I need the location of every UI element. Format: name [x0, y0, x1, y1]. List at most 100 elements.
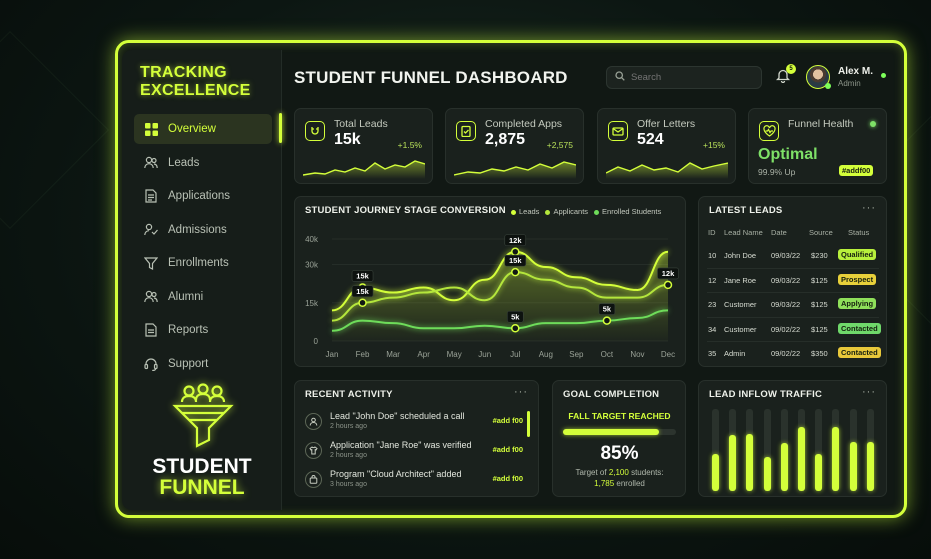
document-icon — [143, 188, 159, 204]
goal-progress-bar — [563, 429, 676, 435]
table-row[interactable]: 10 John Doe 09/03/22 $230 Qualified — [699, 244, 887, 269]
traffic-bar-track — [832, 409, 840, 491]
funnel-health-card[interactable]: Funnel Health Optimal 99.9% Up #addf00 — [748, 108, 887, 184]
bag-icon — [305, 471, 322, 488]
bg-decoration — [0, 31, 109, 229]
avatar-status-dot — [825, 83, 831, 89]
status-badge: Qualified — [838, 249, 877, 260]
stat-value: 524 — [637, 131, 664, 148]
data-label: 12k — [662, 269, 675, 278]
data-label: 15k — [509, 256, 522, 265]
sidebar-item-support[interactable]: Support — [134, 349, 272, 379]
activity-scrollbar[interactable] — [527, 411, 530, 437]
activity-item[interactable]: Application "Jane Roe" was verified 2 ho… — [305, 438, 527, 467]
column-header-source: Source — [809, 228, 833, 237]
table-row[interactable]: 23 Customer 09/03/22 $125 Applying — [699, 293, 887, 318]
activity-item[interactable]: Program "Cloud Architect" added 3 hours … — [305, 467, 527, 496]
goal-title: GOAL COMPLETION — [563, 389, 660, 400]
more-options-icon[interactable]: ··· — [862, 202, 876, 214]
heart-pulse-icon — [759, 121, 779, 141]
data-point — [663, 280, 673, 290]
cell-source: $350 — [811, 349, 828, 358]
goal-note: Target of 2,100 students: 1,785 enrolled — [575, 468, 664, 488]
sidebar-item-enrollments[interactable]: Enrollments — [134, 248, 272, 278]
user-name: Alex M. — [838, 66, 874, 77]
recent-activity-card: RECENT ACTIVITY ··· Lead "John Doe" sche… — [294, 380, 539, 497]
status-badge: Contacted — [838, 347, 881, 358]
cell-id: 34 — [708, 324, 717, 334]
sidebar-item-label: Overview — [168, 123, 216, 135]
leads-title: LATEST LEADS — [709, 205, 783, 216]
traffic-bar — [798, 427, 805, 491]
sidebar-item-alumni[interactable]: Alumni — [134, 282, 272, 312]
health-status-dot — [870, 121, 876, 127]
brand-line-1: TRACKING — [140, 64, 227, 81]
x-tick-label: Aug — [539, 350, 553, 359]
activity-tag: #add f00 — [492, 416, 523, 425]
activity-item[interactable]: Lead "John Doe" scheduled a call 2 hours… — [305, 409, 527, 438]
sparkline — [303, 160, 425, 179]
data-label: 5k — [603, 305, 612, 314]
column-header-status: Status — [848, 228, 870, 237]
sidebar-item-label: Applications — [168, 190, 231, 202]
stat-label: Offer Letters — [637, 118, 696, 130]
x-tick-label: Feb — [356, 350, 370, 359]
column-header-id: ID — [708, 228, 716, 237]
status-badge: Prospect — [838, 273, 877, 285]
sidebar-item-label: Reports — [168, 324, 209, 336]
sidebar-item-applications[interactable]: Applications — [134, 181, 272, 211]
stat-card-offer-letters[interactable]: Offer Letters 524 +15% — [597, 108, 736, 184]
sidebar-item-overview[interactable]: Overview — [134, 114, 272, 144]
search-box[interactable] — [606, 66, 762, 89]
search-input[interactable] — [631, 72, 751, 83]
traffic-bar-track — [729, 409, 737, 491]
table-row[interactable]: 34 Customer 09/02/22 $125 Contacted — [699, 318, 887, 342]
cell-source: $125 — [811, 275, 828, 285]
cell-name: Customer — [724, 300, 757, 309]
more-options-icon[interactable]: ··· — [862, 386, 876, 398]
activity-tag: #add f00 — [492, 474, 523, 483]
online-status-dot — [881, 73, 886, 78]
data-point — [358, 298, 367, 307]
stat-change: +1.5% — [397, 140, 422, 150]
x-tick-label: Mar — [386, 350, 400, 359]
cell-date: 09/03/22 — [771, 275, 801, 285]
health-value: Optimal — [758, 146, 818, 163]
user-check-icon — [143, 222, 159, 238]
lead-inflow-card: LEAD INFLOW TRAFFIC ··· — [698, 380, 887, 497]
sidebar-item-reports[interactable]: Reports — [134, 315, 272, 345]
stat-card-completed-apps[interactable]: Completed Apps 2,875 +2,575 — [445, 108, 584, 184]
cell-date: 09/02/22 — [771, 349, 801, 358]
activity-text: Application "Jane Roe" was verified — [330, 440, 472, 450]
status-badge: Contacted — [838, 322, 881, 334]
stat-value: 15k — [334, 131, 361, 148]
x-tick-label: Sep — [569, 350, 584, 359]
table-row[interactable]: 12 Jane Roe 09/03/22 $125 Prospect — [699, 269, 887, 293]
logo-wordmark: STUDENT FUNNEL — [122, 456, 282, 498]
table-row[interactable]: 35 Admin 09/02/22 $350 Contacted — [699, 342, 887, 367]
stat-card-total-leads[interactable]: Total Leads 15k +1.5% — [294, 108, 433, 184]
goal-subtitle: FALL TARGET REACHED — [568, 411, 671, 421]
traffic-bar — [780, 443, 788, 491]
cell-source: $125 — [811, 324, 828, 334]
y-tick-label: 0 — [314, 337, 319, 346]
x-tick-label: Jun — [478, 350, 491, 359]
sidebar-item-admissions[interactable]: Admissions — [134, 215, 272, 245]
latest-leads-card: LATEST LEADS ··· ID Lead Name Date Sourc… — [698, 196, 887, 367]
activity-time: 2 hours ago — [330, 423, 367, 430]
traffic-bar-track — [780, 409, 788, 491]
traffic-bar-track — [849, 409, 857, 491]
sidebar-item-leads[interactable]: Leads — [134, 148, 272, 178]
headset-icon — [143, 356, 159, 372]
goal-progress-fill — [563, 429, 660, 435]
data-label: 15k — [356, 287, 369, 296]
cell-source: $230 — [811, 251, 828, 260]
traffic-bar-track — [798, 409, 805, 491]
cell-date: 09/03/22 — [771, 251, 801, 260]
funnel-logo-icon — [172, 382, 234, 455]
cell-name: Customer — [724, 324, 757, 334]
more-options-icon[interactable]: ··· — [514, 386, 528, 398]
x-tick-label: Jan — [326, 350, 339, 359]
health-tag: #addf00 — [839, 165, 874, 176]
sparkline — [454, 161, 576, 179]
